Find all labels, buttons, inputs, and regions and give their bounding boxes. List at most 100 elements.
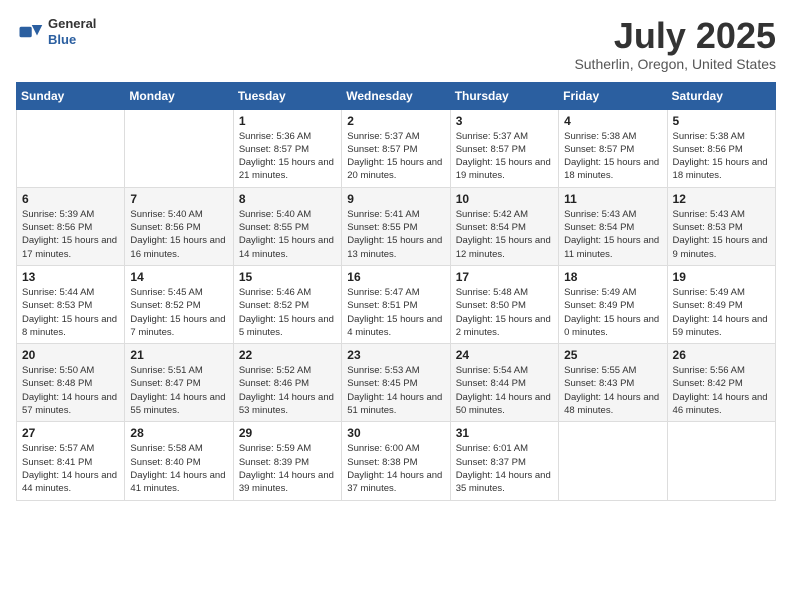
calendar-cell: 18Sunrise: 5:49 AM Sunset: 8:49 PM Dayli… bbox=[559, 265, 667, 343]
day-info: Sunrise: 6:01 AM Sunset: 8:37 PM Dayligh… bbox=[456, 442, 553, 495]
day-info: Sunrise: 5:43 AM Sunset: 8:53 PM Dayligh… bbox=[673, 208, 770, 261]
day-number: 8 bbox=[239, 192, 336, 206]
day-info: Sunrise: 5:56 AM Sunset: 8:42 PM Dayligh… bbox=[673, 364, 770, 417]
weekday-header: Thursday bbox=[450, 82, 558, 109]
day-info: Sunrise: 6:00 AM Sunset: 8:38 PM Dayligh… bbox=[347, 442, 444, 495]
day-info: Sunrise: 5:38 AM Sunset: 8:56 PM Dayligh… bbox=[673, 130, 770, 183]
day-info: Sunrise: 5:50 AM Sunset: 8:48 PM Dayligh… bbox=[22, 364, 119, 417]
weekday-header: Monday bbox=[125, 82, 233, 109]
day-number: 7 bbox=[130, 192, 227, 206]
day-info: Sunrise: 5:38 AM Sunset: 8:57 PM Dayligh… bbox=[564, 130, 661, 183]
calendar-cell: 2Sunrise: 5:37 AM Sunset: 8:57 PM Daylig… bbox=[342, 109, 450, 187]
day-info: Sunrise: 5:37 AM Sunset: 8:57 PM Dayligh… bbox=[347, 130, 444, 183]
day-info: Sunrise: 5:59 AM Sunset: 8:39 PM Dayligh… bbox=[239, 442, 336, 495]
calendar-cell: 10Sunrise: 5:42 AM Sunset: 8:54 PM Dayli… bbox=[450, 187, 558, 265]
calendar-cell: 13 Sunrise: 5:44 AM Sunset: 8:53 PM Dayli… bbox=[17, 265, 125, 343]
day-info: Sunrise: 5:48 AM Sunset: 8:50 PM Dayligh… bbox=[456, 286, 553, 339]
calendar-cell bbox=[17, 109, 125, 187]
day-number: 12 bbox=[673, 192, 770, 206]
title-area: July 2025 Sutherlin, Oregon, United Stat… bbox=[574, 16, 776, 72]
calendar-header: SundayMondayTuesdayWednesdayThursdayFrid… bbox=[17, 82, 776, 109]
calendar-cell: 17 Sunrise: 5:48 AM Sunset: 8:50 PM Dayli… bbox=[450, 265, 558, 343]
calendar-week-row: 6 Sunrise: 5:39 AM Sunset: 8:56 PM Daylig… bbox=[17, 187, 776, 265]
day-number: 6 bbox=[22, 192, 119, 206]
logo-icon bbox=[16, 18, 44, 46]
day-number: 14 bbox=[130, 270, 227, 284]
calendar-cell: 19Sunrise: 5:49 AM Sunset: 8:49 PM Dayli… bbox=[667, 265, 775, 343]
calendar-cell: 22Sunrise: 5:52 AM Sunset: 8:46 PM Dayli… bbox=[233, 344, 341, 422]
day-number: 5 bbox=[673, 114, 770, 128]
calendar-table: SundayMondayTuesdayWednesdayThursdayFrid… bbox=[16, 82, 776, 501]
calendar-cell: 27Sunrise: 5:57 AM Sunset: 8:41 PM Dayli… bbox=[17, 422, 125, 500]
weekday-header: Saturday bbox=[667, 82, 775, 109]
calendar-cell: 9 Sunrise: 5:41 AM Sunset: 8:55 PM Daylig… bbox=[342, 187, 450, 265]
main-title: July 2025 bbox=[574, 16, 776, 56]
logo-text: General Blue bbox=[48, 16, 96, 47]
day-number: 17 bbox=[456, 270, 553, 284]
calendar-cell: 23Sunrise: 5:53 AM Sunset: 8:45 PM Dayli… bbox=[342, 344, 450, 422]
weekday-header: Tuesday bbox=[233, 82, 341, 109]
day-number: 31 bbox=[456, 426, 553, 440]
weekday-header: Wednesday bbox=[342, 82, 450, 109]
calendar-cell: 1Sunrise: 5:36 AM Sunset: 8:57 PM Daylig… bbox=[233, 109, 341, 187]
day-number: 16 bbox=[347, 270, 444, 284]
day-info: Sunrise: 5:41 AM Sunset: 8:55 PM Dayligh… bbox=[347, 208, 444, 261]
day-info: Sunrise: 5:37 AM Sunset: 8:57 PM Dayligh… bbox=[456, 130, 553, 183]
logo-line1: General bbox=[48, 16, 96, 32]
calendar-week-row: 1Sunrise: 5:36 AM Sunset: 8:57 PM Daylig… bbox=[17, 109, 776, 187]
calendar-cell: 8Sunrise: 5:40 AM Sunset: 8:55 PM Daylig… bbox=[233, 187, 341, 265]
calendar-cell: 21 Sunrise: 5:51 AM Sunset: 8:47 PM Dayli… bbox=[125, 344, 233, 422]
day-number: 11 bbox=[564, 192, 661, 206]
day-number: 27 bbox=[22, 426, 119, 440]
day-info: Sunrise: 5:51 AM Sunset: 8:47 PM Dayligh… bbox=[130, 364, 227, 417]
calendar-body: 1Sunrise: 5:36 AM Sunset: 8:57 PM Daylig… bbox=[17, 109, 776, 500]
day-number: 25 bbox=[564, 348, 661, 362]
day-info: Sunrise: 5:36 AM Sunset: 8:57 PM Dayligh… bbox=[239, 130, 336, 183]
day-info: Sunrise: 5:44 AM Sunset: 8:53 PM Dayligh… bbox=[22, 286, 119, 339]
day-number: 24 bbox=[456, 348, 553, 362]
logo-line2: Blue bbox=[48, 32, 96, 48]
day-number: 30 bbox=[347, 426, 444, 440]
calendar-cell: 24 Sunrise: 5:54 AM Sunset: 8:44 PM Dayli… bbox=[450, 344, 558, 422]
calendar-cell bbox=[667, 422, 775, 500]
calendar-cell: 28 Sunrise: 5:58 AM Sunset: 8:40 PM Dayli… bbox=[125, 422, 233, 500]
day-number: 22 bbox=[239, 348, 336, 362]
day-number: 4 bbox=[564, 114, 661, 128]
calendar-cell: 5 Sunrise: 5:38 AM Sunset: 8:56 PM Daylig… bbox=[667, 109, 775, 187]
day-number: 9 bbox=[347, 192, 444, 206]
calendar-cell: 12 Sunrise: 5:43 AM Sunset: 8:53 PM Dayli… bbox=[667, 187, 775, 265]
calendar-cell: 29 Sunrise: 5:59 AM Sunset: 8:39 PM Dayli… bbox=[233, 422, 341, 500]
day-number: 3 bbox=[456, 114, 553, 128]
calendar-cell: 6 Sunrise: 5:39 AM Sunset: 8:56 PM Daylig… bbox=[17, 187, 125, 265]
calendar-cell bbox=[559, 422, 667, 500]
day-number: 20 bbox=[22, 348, 119, 362]
day-info: Sunrise: 5:40 AM Sunset: 8:56 PM Dayligh… bbox=[130, 208, 227, 261]
day-info: Sunrise: 5:58 AM Sunset: 8:40 PM Dayligh… bbox=[130, 442, 227, 495]
calendar-cell: 14Sunrise: 5:45 AM Sunset: 8:52 PM Dayli… bbox=[125, 265, 233, 343]
calendar-cell: 4 Sunrise: 5:38 AM Sunset: 8:57 PM Daylig… bbox=[559, 109, 667, 187]
day-info: Sunrise: 5:47 AM Sunset: 8:51 PM Dayligh… bbox=[347, 286, 444, 339]
day-number: 19 bbox=[673, 270, 770, 284]
calendar-cell: 26 Sunrise: 5:56 AM Sunset: 8:42 PM Dayli… bbox=[667, 344, 775, 422]
calendar-week-row: 20 Sunrise: 5:50 AM Sunset: 8:48 PM Dayli… bbox=[17, 344, 776, 422]
calendar-cell: 7 Sunrise: 5:40 AM Sunset: 8:56 PM Daylig… bbox=[125, 187, 233, 265]
logo: General Blue bbox=[16, 16, 96, 47]
day-number: 28 bbox=[130, 426, 227, 440]
calendar-cell: 16 Sunrise: 5:47 AM Sunset: 8:51 PM Dayli… bbox=[342, 265, 450, 343]
day-info: Sunrise: 5:46 AM Sunset: 8:52 PM Dayligh… bbox=[239, 286, 336, 339]
day-info: Sunrise: 5:39 AM Sunset: 8:56 PM Dayligh… bbox=[22, 208, 119, 261]
day-number: 10 bbox=[456, 192, 553, 206]
day-number: 23 bbox=[347, 348, 444, 362]
weekday-header: Friday bbox=[559, 82, 667, 109]
day-number: 29 bbox=[239, 426, 336, 440]
weekday-header: Sunday bbox=[17, 82, 125, 109]
day-info: Sunrise: 5:49 AM Sunset: 8:49 PM Dayligh… bbox=[564, 286, 661, 339]
day-number: 15 bbox=[239, 270, 336, 284]
day-number: 21 bbox=[130, 348, 227, 362]
day-info: Sunrise: 5:54 AM Sunset: 8:44 PM Dayligh… bbox=[456, 364, 553, 417]
page-header: General Blue July 2025 Sutherlin, Oregon… bbox=[16, 16, 776, 72]
calendar-week-row: 27Sunrise: 5:57 AM Sunset: 8:41 PM Dayli… bbox=[17, 422, 776, 500]
day-number: 26 bbox=[673, 348, 770, 362]
day-number: 13 bbox=[22, 270, 119, 284]
header-row: SundayMondayTuesdayWednesdayThursdayFrid… bbox=[17, 82, 776, 109]
